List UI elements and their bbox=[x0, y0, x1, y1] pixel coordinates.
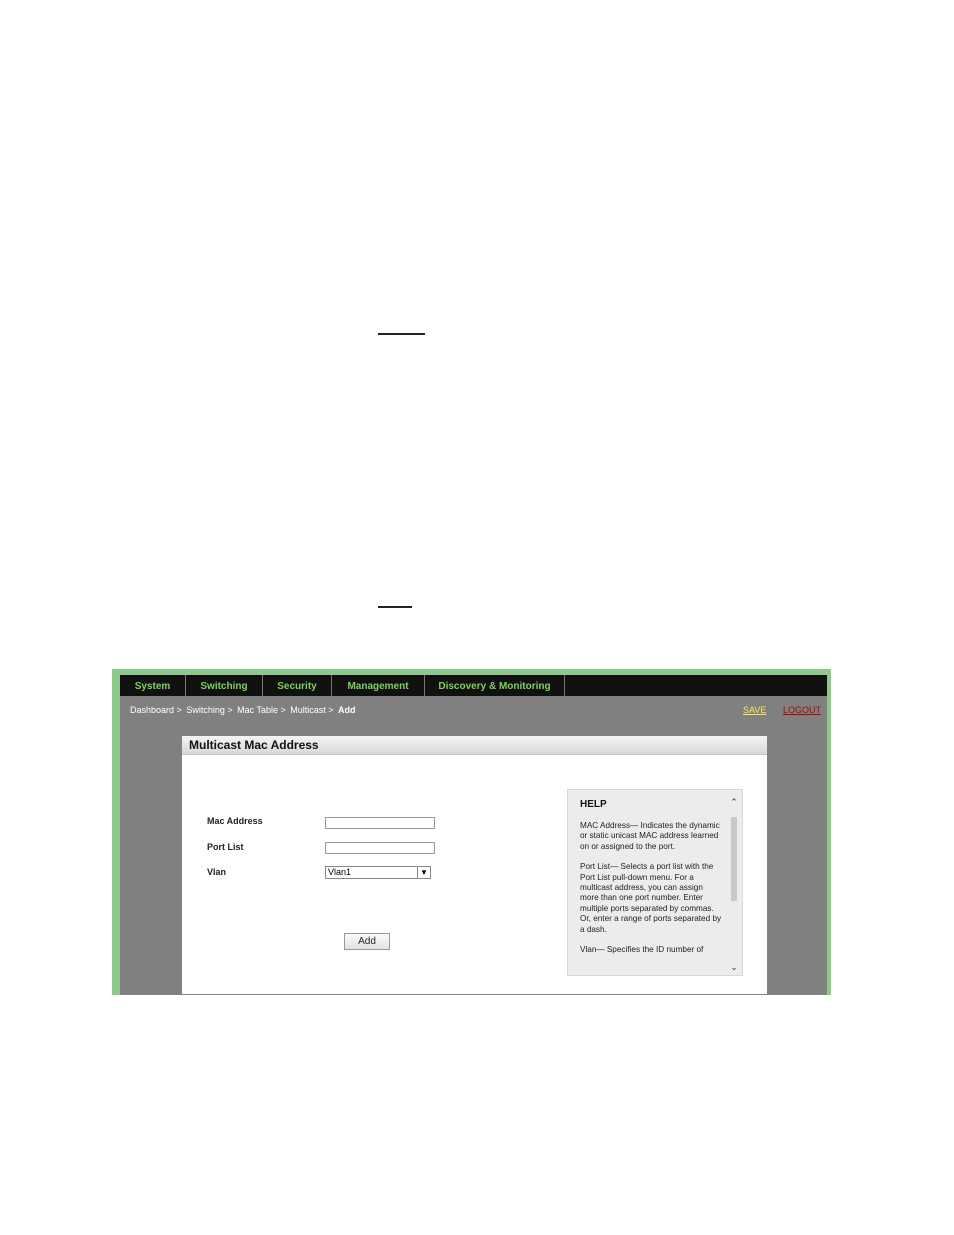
app-window: System Switching Security Management Dis… bbox=[120, 675, 827, 995]
help-pane: HELP MAC Address— Indicates the dynamic … bbox=[567, 789, 743, 976]
underline-mark-1 bbox=[378, 333, 425, 335]
panel-title: Multicast Mac Address bbox=[182, 736, 767, 755]
multicast-mac-panel: Multicast Mac Address Mac Address Port L… bbox=[182, 736, 767, 994]
nav-tab-system[interactable]: System bbox=[120, 675, 186, 696]
scroll-up-icon[interactable]: ⌃ bbox=[728, 797, 740, 808]
help-scrollbar[interactable]: ⌃ ⌄ bbox=[728, 797, 740, 973]
help-text: MAC Address— Indicates the dynamic or st… bbox=[580, 821, 722, 965]
underline-mark-2 bbox=[378, 606, 412, 608]
nav-tab-discovery-monitoring[interactable]: Discovery & Monitoring bbox=[425, 675, 565, 696]
breadcrumb-dashboard[interactable]: Dashboard > bbox=[130, 705, 182, 715]
chevron-down-icon[interactable]: ▼ bbox=[417, 867, 430, 878]
vlan-label: Vlan bbox=[207, 867, 227, 877]
save-link[interactable]: SAVE bbox=[743, 705, 766, 715]
mac-address-label: Mac Address bbox=[207, 816, 263, 826]
scroll-thumb[interactable] bbox=[731, 817, 737, 901]
breadcrumb-multicast[interactable]: Multicast > bbox=[290, 705, 333, 715]
mac-address-input[interactable] bbox=[325, 817, 435, 829]
breadcrumb-current: Add bbox=[338, 705, 356, 715]
top-nav: System Switching Security Management Dis… bbox=[120, 675, 827, 696]
scroll-down-icon[interactable]: ⌄ bbox=[728, 962, 740, 973]
nav-tab-security[interactable]: Security bbox=[263, 675, 332, 696]
nav-tab-switching[interactable]: Switching bbox=[186, 675, 263, 696]
add-button[interactable]: Add bbox=[344, 933, 390, 950]
breadcrumb-switching[interactable]: Switching > bbox=[186, 705, 232, 715]
vlan-select[interactable]: Vlan1 ▼ bbox=[325, 866, 431, 879]
help-title: HELP bbox=[580, 799, 607, 810]
help-paragraph-port-list: Port List— Selects a port list with the … bbox=[580, 862, 722, 934]
port-list-input[interactable] bbox=[325, 842, 435, 854]
screenshot-frame: System Switching Security Management Dis… bbox=[112, 669, 831, 995]
breadcrumb-mac-table[interactable]: Mac Table > bbox=[237, 705, 286, 715]
port-list-label: Port List bbox=[207, 842, 244, 852]
help-paragraph-vlan: Vlan— Specifies the ID number of bbox=[580, 945, 704, 955]
breadcrumb: Dashboard > Switching > Mac Table > Mult… bbox=[130, 705, 358, 715]
nav-tab-management[interactable]: Management bbox=[332, 675, 425, 696]
logout-link[interactable]: LOGOUT bbox=[783, 705, 821, 715]
vlan-selected-value: Vlan1 bbox=[328, 867, 352, 877]
help-paragraph-mac: MAC Address— Indicates the dynamic or st… bbox=[580, 821, 720, 851]
